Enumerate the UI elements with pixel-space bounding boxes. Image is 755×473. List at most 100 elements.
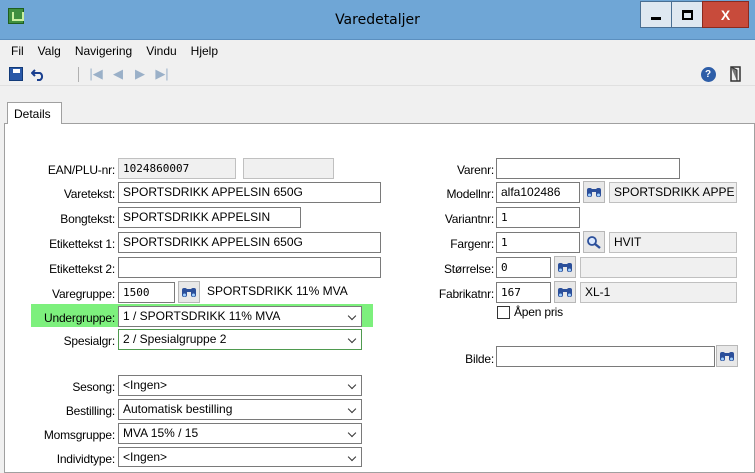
previous-icon: ◀	[113, 66, 123, 81]
chevron-down-icon	[347, 380, 357, 390]
exit-button[interactable]	[728, 66, 744, 82]
varegruppe-label: Varegruppe:	[52, 287, 115, 301]
binoculars-icon	[558, 288, 572, 297]
varetekst-label: Varetekst:	[63, 187, 115, 201]
tab-details[interactable]: Details	[7, 102, 62, 124]
magnifier-icon	[587, 236, 601, 249]
fargenr-field[interactable]: 1	[496, 232, 580, 253]
close-button[interactable]: X	[702, 1, 749, 28]
maximize-button[interactable]	[671, 1, 703, 28]
help-button[interactable]: ?	[700, 66, 716, 82]
binoculars-icon	[558, 263, 572, 272]
modellnr-field[interactable]: alfa102486	[496, 182, 580, 203]
toolbar-separator	[78, 67, 79, 82]
save-button[interactable]	[8, 66, 24, 82]
storrelse-field[interactable]: 0	[496, 257, 551, 278]
bestilling-select[interactable]: Automatisk bestilling	[118, 399, 362, 420]
modellnr-name: SPORTSDRIKK APPE	[609, 182, 737, 203]
toolbar: |◀ ◀ ▶ ▶| ?	[0, 62, 755, 86]
sesong-value: <Ingen>	[123, 378, 168, 392]
spesialgr-value: 2 / Spesialgruppe 2	[123, 332, 227, 346]
main-window: Varedetaljer X Fil Valg Navigering Vindu…	[0, 0, 755, 473]
binoculars-icon	[587, 188, 601, 197]
chevron-down-icon	[347, 452, 357, 462]
save-icon	[9, 67, 23, 81]
exit-icon	[730, 66, 741, 82]
fabrikatnr-field[interactable]: 167	[496, 282, 551, 303]
fabrikatnr-lookup-button[interactable]	[554, 281, 576, 303]
undergruppe-label: Undergruppe:	[44, 311, 115, 325]
previous-record-button[interactable]: ◀	[110, 66, 126, 82]
binoculars-icon	[182, 288, 196, 297]
varenr-field[interactable]	[496, 158, 680, 179]
undo-button[interactable]	[30, 66, 46, 82]
first-record-button[interactable]: |◀	[88, 66, 104, 82]
apen-pris-label: Åpen pris	[514, 305, 563, 319]
chevron-down-icon	[347, 311, 357, 321]
ean-field[interactable]: 1024860007	[118, 158, 236, 179]
help-icon: ?	[700, 66, 716, 82]
etikettekst1-label: Etikettekst 1:	[49, 237, 115, 251]
bongtekst-field[interactable]: SPORTSDRIKK APPELSIN	[118, 207, 301, 228]
sesong-select[interactable]: <Ingen>	[118, 375, 362, 396]
undergruppe-select[interactable]: 1 / SPORTSDRIKK 11% MVA	[118, 306, 362, 327]
menu-navigering[interactable]: Navigering	[68, 44, 139, 58]
individtype-label: Individtype:	[56, 452, 116, 466]
momsgruppe-value: MVA 15% / 15	[123, 426, 199, 440]
title-bar[interactable]: Varedetaljer X	[0, 0, 755, 40]
fargenr-search-button[interactable]	[583, 231, 605, 253]
storrelse-lookup-button[interactable]	[554, 256, 576, 278]
etikettekst1-field[interactable]: SPORTSDRIKK APPELSIN 650G	[118, 232, 381, 253]
chevron-down-icon	[347, 428, 357, 438]
bestilling-label: Bestilling:	[65, 404, 115, 418]
bestilling-value: Automatisk bestilling	[123, 402, 233, 416]
varenr-label: Varenr:	[456, 163, 494, 177]
storrelse-name	[580, 257, 737, 278]
varegruppe-code-field[interactable]: 1500	[118, 282, 175, 303]
fargenr-name: HVIT	[609, 232, 737, 253]
fargenr-label: Fargenr:	[450, 237, 494, 251]
varetekst-field[interactable]: SPORTSDRIKK APPELSIN 650G	[118, 182, 381, 203]
minimize-icon	[651, 17, 661, 20]
maximize-icon	[681, 9, 693, 20]
varegruppe-lookup-button[interactable]	[178, 281, 200, 303]
first-icon: |◀	[89, 66, 103, 81]
momsgruppe-select[interactable]: MVA 15% / 15	[118, 423, 362, 444]
individtype-value: <Ingen>	[123, 450, 168, 464]
individtype-select[interactable]: <Ingen>	[118, 447, 362, 467]
varegruppe-name: SPORTSDRIKK 11% MVA	[207, 284, 348, 298]
menu-hjelp[interactable]: Hjelp	[184, 44, 225, 58]
menu-bar: Fil Valg Navigering Vindu Hjelp	[0, 40, 755, 61]
modellnr-lookup-button[interactable]	[583, 181, 605, 203]
bilde-field[interactable]	[496, 346, 715, 367]
next-record-button[interactable]: ▶	[132, 66, 148, 82]
menu-fil[interactable]: Fil	[4, 44, 31, 58]
chevron-down-icon	[347, 334, 357, 344]
spesialgr-label: Spesialgr:	[63, 334, 116, 348]
undo-icon	[30, 68, 43, 81]
spesialgr-select[interactable]: 2 / Spesialgruppe 2	[118, 329, 362, 350]
bilde-label: Bilde:	[465, 352, 494, 366]
bilde-lookup-button[interactable]	[716, 345, 738, 367]
momsgruppe-label: Momsgruppe:	[43, 428, 115, 442]
last-record-button[interactable]: ▶|	[154, 66, 170, 82]
bongtekst-label: Bongtekst:	[60, 212, 115, 226]
modellnr-label: Modellnr:	[446, 187, 494, 201]
next-icon: ▶	[135, 66, 145, 81]
ean-label: EAN/PLU-nr:	[47, 163, 115, 177]
ean-extra-field[interactable]	[243, 158, 334, 179]
variantnr-field[interactable]: 1	[496, 207, 580, 228]
fabrikatnr-name: XL-1	[580, 282, 737, 303]
chevron-down-icon	[347, 404, 357, 414]
menu-vindu[interactable]: Vindu	[139, 44, 183, 58]
minimize-button[interactable]	[640, 1, 672, 28]
variantnr-label: Variantnr:	[444, 212, 494, 226]
binoculars-icon	[720, 352, 734, 361]
storrelse-label: Størrelse:	[443, 262, 494, 276]
apen-pris-checkbox[interactable]	[497, 306, 510, 319]
etikettekst2-field[interactable]	[118, 257, 381, 278]
etikettekst2-label: Etikettekst 2:	[49, 262, 115, 276]
fabrikatnr-label: Fabrikatnr:	[438, 287, 494, 301]
undergruppe-value: 1 / SPORTSDRIKK 11% MVA	[123, 309, 281, 323]
menu-valg[interactable]: Valg	[31, 44, 68, 58]
